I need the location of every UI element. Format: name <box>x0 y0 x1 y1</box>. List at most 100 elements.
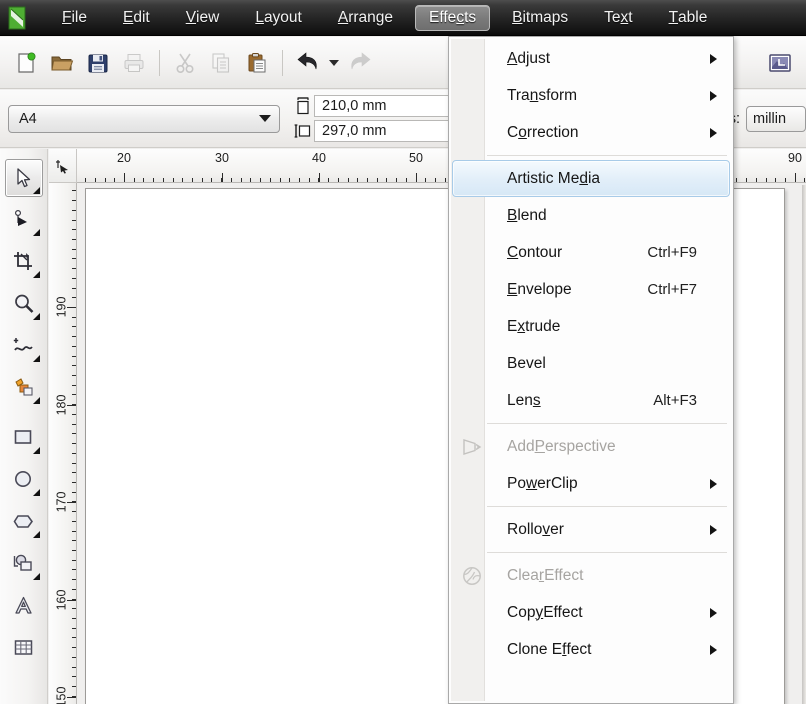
ruler-label: 190 <box>54 296 69 318</box>
ruler-tick <box>72 550 76 551</box>
ruler-tick <box>746 178 747 182</box>
menuitem-adjust[interactable]: Adjust <box>452 40 730 77</box>
tool-flyout-arrow[interactable] <box>32 313 40 320</box>
ruler-label: 50 <box>409 151 423 165</box>
ruler-tick <box>72 229 76 230</box>
toolbox <box>0 149 48 704</box>
ruler-origin-button[interactable] <box>49 149 77 183</box>
tool-smart-fill[interactable] <box>5 369 43 407</box>
ruler-tick <box>736 178 737 182</box>
tool-flyout-arrow[interactable] <box>32 187 40 194</box>
page-width-field[interactable]: 210,0 mm <box>314 95 449 117</box>
menu-edit[interactable]: Edit <box>109 5 164 31</box>
vertical-ruler[interactable]: 190 180 170 160 150 <box>49 183 77 704</box>
ruler-tick <box>72 608 76 609</box>
menu-layout[interactable]: Layout <box>241 5 316 31</box>
paste-button[interactable] <box>239 45 275 81</box>
ruler-label: 160 <box>54 589 69 611</box>
ruler-tick <box>72 239 76 240</box>
ruler-tick <box>72 589 76 590</box>
ruler-tick <box>328 178 329 182</box>
menu-table[interactable]: Table <box>655 5 722 31</box>
tool-zoom[interactable] <box>5 285 43 323</box>
menuitem-blend[interactable]: Blend <box>452 197 730 234</box>
redo-button <box>342 45 378 81</box>
ruler-tick <box>72 463 76 464</box>
ruler-tick <box>72 647 76 648</box>
menuitem-rollover[interactable]: Rollo v er <box>452 511 730 548</box>
menu-effects[interactable]: Effe c ts <box>415 4 491 31</box>
tool-flyout-arrow[interactable] <box>32 531 40 538</box>
menu-file[interactable]: File <box>48 5 101 31</box>
ruler-tick <box>143 178 144 182</box>
menuitem-contour[interactable]: Contour Ctrl+F9 <box>452 234 730 271</box>
ruler-tick <box>72 326 76 327</box>
ruler-tick <box>72 657 76 658</box>
ruler-tick <box>72 618 76 619</box>
menuitem-bevel[interactable]: Bevel <box>452 345 730 382</box>
ruler-tick <box>211 178 212 182</box>
ruler-tick <box>72 453 76 454</box>
tool-freehand[interactable] <box>5 327 43 365</box>
page-size-combo[interactable]: A4 <box>8 104 280 133</box>
ruler-tick <box>72 424 76 425</box>
tool-polygon[interactable] <box>5 503 43 541</box>
menuitem-copy-effect[interactable]: Cop y Effect <box>452 594 730 631</box>
ruler-major-tick <box>795 173 796 182</box>
copy-button <box>203 45 239 81</box>
ruler-label: 150 <box>54 686 69 704</box>
tool-flyout-arrow[interactable] <box>32 573 40 580</box>
tool-flyout-arrow[interactable] <box>32 447 40 454</box>
tool-ellipse[interactable] <box>5 461 43 499</box>
tool-crop[interactable] <box>5 243 43 281</box>
menu-bitmaps[interactable]: Bitmaps <box>498 5 582 31</box>
menu-arrange[interactable]: Arrange <box>324 5 407 31</box>
page-height-field[interactable]: 297,0 mm <box>314 120 449 142</box>
tool-shape[interactable] <box>5 201 43 239</box>
menuitem-transform[interactable]: Tra n sform <box>452 77 730 114</box>
ruler-tick <box>134 178 135 182</box>
ruler-tick <box>377 178 378 182</box>
tool-flyout-arrow[interactable] <box>32 271 40 278</box>
units-combo[interactable]: millin <box>746 105 806 132</box>
menuitem-artistic-media[interactable]: Artistic Me d ia <box>452 160 730 197</box>
perspective-icon <box>460 436 484 458</box>
ruler-tick <box>72 346 76 347</box>
tool-flyout-arrow[interactable] <box>32 489 40 496</box>
ruler-tick <box>85 178 86 182</box>
menuitem-clear-effect: Clea r Effect <box>452 557 730 594</box>
new-document-button[interactable] <box>8 45 44 81</box>
save-document-button[interactable] <box>80 45 116 81</box>
ruler-tick <box>367 178 368 182</box>
menuitem-lens[interactable]: Len s Alt+F3 <box>452 382 730 419</box>
ruler-tick <box>173 178 174 182</box>
menuitem-shortcut: Ctrl+F7 <box>647 281 697 298</box>
ruler-tick <box>72 628 76 629</box>
tool-rectangle[interactable] <box>5 419 43 457</box>
ruler-tick <box>435 178 436 182</box>
menuitem-correction[interactable]: Co rrection <box>452 114 730 151</box>
menuitem-envelope[interactable]: Envelope Ctrl+F7 <box>452 271 730 308</box>
ruler-tick <box>309 178 310 182</box>
undo-button[interactable] <box>290 45 326 81</box>
ruler-label: 30 <box>215 151 229 165</box>
menu-text[interactable]: Te x t <box>590 5 646 31</box>
menuitem-powerclip[interactable]: Po w erClip <box>452 465 730 502</box>
tool-pick[interactable] <box>4 159 43 197</box>
menuitem-clone-effect[interactable]: Clone Ef fect <box>452 631 730 668</box>
tool-flyout-arrow[interactable] <box>32 397 40 404</box>
open-document-button[interactable] <box>44 45 80 81</box>
tool-flyout-arrow[interactable] <box>32 355 40 362</box>
tool-basic-shapes[interactable] <box>5 545 43 583</box>
tool-text[interactable] <box>5 587 43 625</box>
ruler-tick <box>72 220 76 221</box>
undo-dropdown[interactable] <box>326 45 342 81</box>
ruler-tick <box>231 178 232 182</box>
import-button[interactable] <box>762 45 798 81</box>
ruler-tick <box>72 540 76 541</box>
tool-flyout-arrow[interactable] <box>32 229 40 236</box>
tool-table[interactable] <box>5 629 43 667</box>
menuitem-extrude[interactable]: Ex trude <box>452 308 730 345</box>
ruler-tick <box>72 433 76 434</box>
menu-view[interactable]: View <box>172 5 234 31</box>
